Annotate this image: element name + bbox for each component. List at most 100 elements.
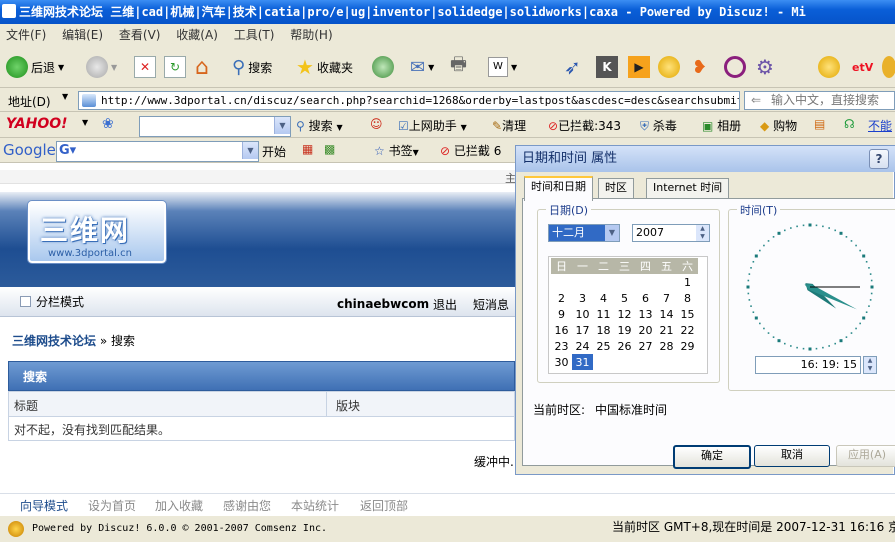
ext-button-5[interactable]: ❥	[692, 54, 707, 80]
username[interactable]: chinaebwcom	[337, 297, 429, 311]
google-search-input[interactable]: G▾ ▼	[56, 141, 259, 162]
calendar-day[interactable]: 26	[614, 338, 635, 354]
apply-button[interactable]: 应用(A)	[836, 445, 895, 467]
calendar-day[interactable]: 28	[656, 338, 677, 354]
google-blocked-button[interactable]: ⊘ 已拦截 6	[440, 142, 501, 159]
menu-file[interactable]: 文件(F)	[6, 28, 46, 42]
calendar-day[interactable]: 6	[635, 290, 656, 306]
helper-icon[interactable]: ☺	[370, 117, 383, 131]
ext-button-8[interactable]	[818, 54, 840, 80]
ext-button-7[interactable]: ⚙	[756, 54, 774, 80]
calendar-day[interactable]: 5	[614, 290, 635, 306]
calendar-day[interactable]: 16	[551, 322, 572, 338]
calendar-day[interactable]: 10	[572, 306, 593, 322]
dropdown-arrow-icon[interactable]: ▼	[274, 117, 290, 134]
clean-button[interactable]: ✎清理	[492, 117, 526, 134]
time-input[interactable]: 16: 19: 15	[755, 356, 861, 374]
mail-button[interactable]: ✉ ▼	[410, 54, 434, 80]
calendar-day[interactable]: 18	[593, 322, 614, 338]
ext-button-3[interactable]: ▶	[628, 54, 650, 80]
year-spinner[interactable]: 2007 ▲ ▼	[632, 224, 710, 242]
headset-icon[interactable]: ☊	[844, 117, 855, 131]
ext-button-2[interactable]: K	[596, 54, 618, 80]
window-title-bar[interactable]: 三维网技术论坛 三维|cad|机械|汽车|技术|catia|pro/e|ug|i…	[0, 0, 895, 24]
calendar-day[interactable]: 7	[656, 290, 677, 306]
print-button[interactable]: 🖶	[450, 54, 467, 80]
google-logo[interactable]: Google	[3, 141, 56, 159]
cancel-button[interactable]: 取消	[754, 445, 830, 467]
dropdown-arrow-icon[interactable]: ▼	[242, 142, 258, 159]
calendar-day[interactable]: 23	[551, 338, 572, 354]
home-button[interactable]: ⌂	[195, 54, 209, 80]
flower-icon[interactable]: ❀	[102, 116, 114, 132]
calendar-day[interactable]: 12	[614, 306, 635, 322]
calendar-day[interactable]: 24	[572, 338, 593, 354]
dropdown-arrow-icon[interactable]: ▼	[605, 225, 619, 241]
footer-link-thanks[interactable]: 感谢由您	[223, 497, 271, 514]
footer-link-favorite[interactable]: 加入收藏	[155, 497, 203, 514]
calendar-day[interactable]: 21	[656, 322, 677, 338]
site-logo[interactable]: 三维网 www.3dportal.cn	[28, 201, 166, 263]
menu-tools[interactable]: 工具(T)	[234, 28, 275, 42]
calendar-day[interactable]: 17	[572, 322, 593, 338]
calendar-day[interactable]: 14	[656, 306, 677, 322]
calendar-day[interactable]: 9	[551, 306, 572, 322]
bookmarks-button[interactable]: ☆ 书签▼	[374, 142, 419, 159]
dialog-title-bar[interactable]: 日期和时间 属性	[516, 146, 895, 172]
start-button[interactable]: 开始	[262, 143, 286, 160]
forward-button[interactable]: ▼	[86, 54, 117, 80]
mode-checkbox-icon[interactable]	[20, 296, 31, 307]
album-button[interactable]: ▣ 相册	[702, 117, 741, 134]
back-button[interactable]: 后退 ▼	[6, 54, 64, 80]
tab-internet-time[interactable]: Internet 时间	[646, 178, 730, 199]
history-button[interactable]	[372, 54, 394, 80]
calendar-day[interactable]: 8	[677, 290, 698, 306]
favorites-button[interactable]: ★ 收藏夹	[296, 54, 353, 80]
menu-help[interactable]: 帮助(H)	[290, 28, 332, 42]
search-button[interactable]: ⚲ 搜索	[232, 54, 272, 80]
footer-link-stats[interactable]: 本站统计	[291, 497, 339, 514]
menu-favorites[interactable]: 收藏(A)	[176, 28, 218, 42]
popup-blocked-button[interactable]: ⊘已拦截:343	[548, 117, 621, 134]
assistant-button[interactable]: ☑上网助手 ▼	[398, 117, 467, 134]
footer-link-guide[interactable]: 向导模式	[20, 497, 68, 514]
tab-timezone[interactable]: 时区	[598, 178, 634, 199]
address-history-arrow[interactable]: ▼	[62, 92, 68, 101]
ext-button-1[interactable]: ➶	[564, 54, 581, 80]
calendar-day[interactable]: 4	[593, 290, 614, 306]
yahoo-search-input[interactable]: ▼	[139, 116, 291, 137]
calendar-day[interactable]: 22	[677, 322, 698, 338]
calendar-day-selected[interactable]: 31	[572, 354, 593, 370]
help-button[interactable]: ?	[869, 149, 889, 169]
pm-link[interactable]: 短消息	[473, 296, 509, 313]
tab-date-time[interactable]: 时间和日期	[524, 176, 593, 201]
time-spinner-arrows-icon[interactable]: ▲ ▼	[863, 356, 877, 374]
footer-link-homepage[interactable]: 设为首页	[88, 497, 136, 514]
ext-button-9[interactable]: etV	[852, 54, 873, 80]
ok-button[interactable]: 确定	[673, 445, 751, 469]
edit-button[interactable]: W ▼	[488, 54, 517, 80]
calc-icon[interactable]: ▤	[814, 117, 825, 131]
yahoo-menu-arrow[interactable]: ▼	[82, 118, 88, 127]
menu-edit[interactable]: 编辑(E)	[62, 28, 103, 42]
news-icon[interactable]: ▦	[302, 142, 313, 156]
calendar-day[interactable]: 20	[635, 322, 656, 338]
more-link[interactable]: 不能	[868, 117, 892, 134]
ext-button-10[interactable]	[882, 54, 895, 80]
month-select[interactable]: 十二月 ▼	[548, 224, 620, 242]
menu-view[interactable]: 查看(V)	[119, 28, 161, 42]
shopping-button[interactable]: ◆ 购物	[760, 117, 797, 134]
spinner-arrows-icon[interactable]: ▲ ▼	[696, 225, 709, 241]
address-input[interactable]: http://www.3dportal.cn/discuz/search.php…	[78, 91, 740, 110]
ext-button-6[interactable]	[724, 54, 746, 80]
antivirus-button[interactable]: ⛨ 杀毒	[640, 117, 677, 134]
mode-toggle[interactable]: 分栏模式	[36, 293, 84, 310]
calendar-day[interactable]: 15	[677, 306, 698, 322]
refresh-button[interactable]: ↻	[164, 54, 186, 80]
chinese-search-input[interactable]: ⇐ 输入中文，直接搜索	[744, 91, 895, 110]
stop-button[interactable]: ✕	[134, 54, 156, 80]
calendar-day[interactable]: 2	[551, 290, 572, 306]
footer-link-top[interactable]: 返回顶部	[360, 497, 408, 514]
calendar-day[interactable]: 11	[593, 306, 614, 322]
logout-link[interactable]: 退出	[433, 296, 457, 313]
